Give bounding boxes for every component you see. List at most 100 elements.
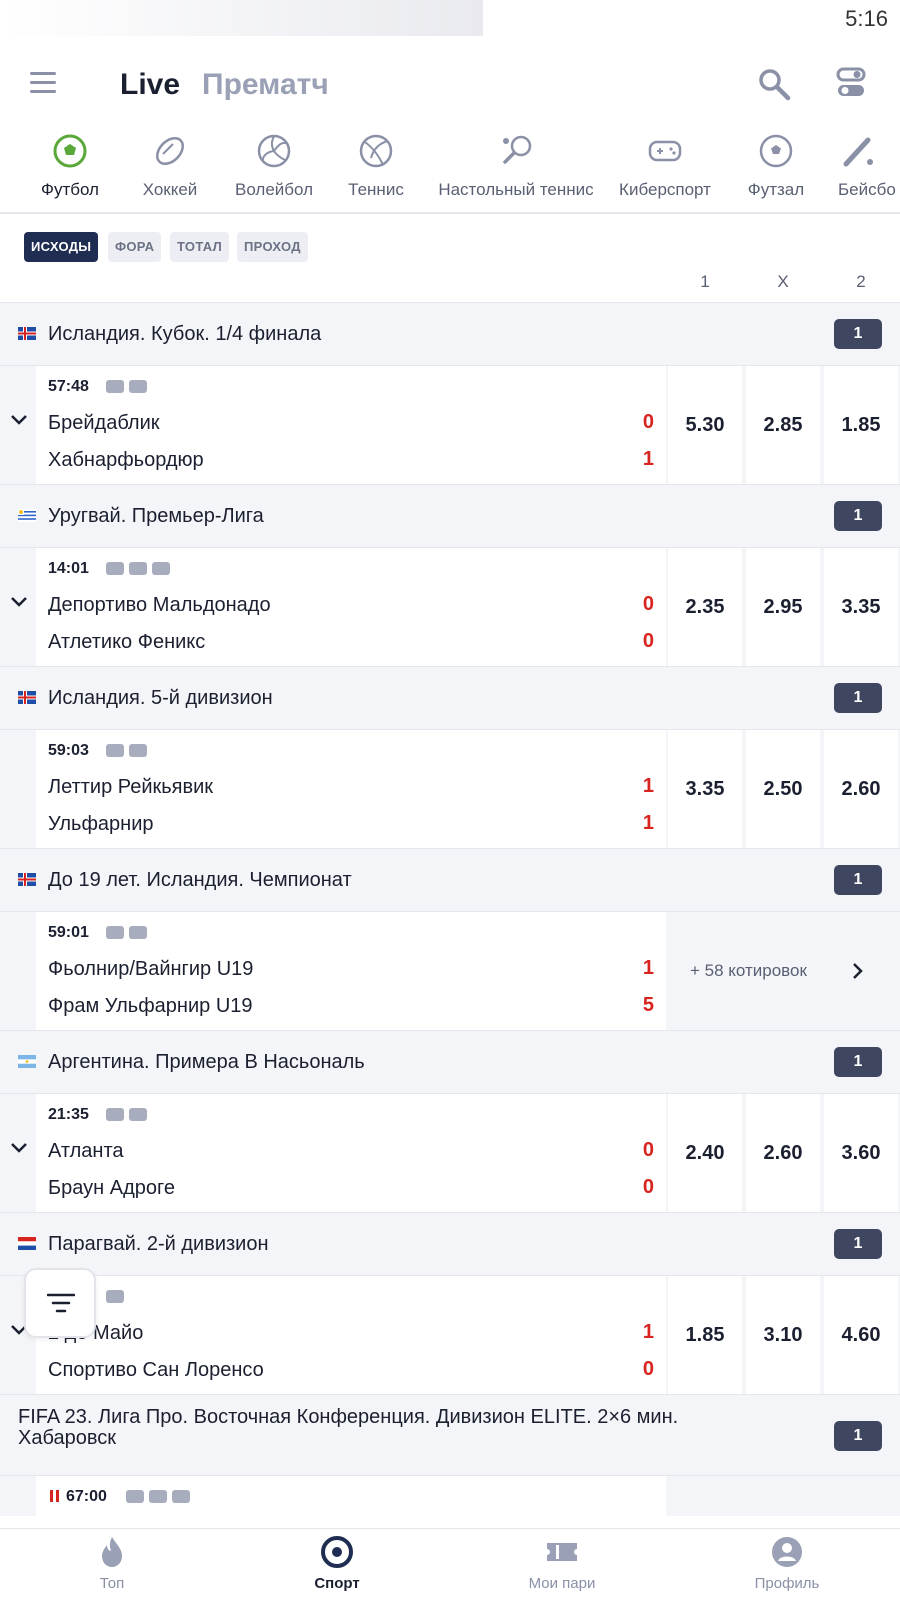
sport-baseball[interactable]: Бейсбо xyxy=(838,128,900,200)
stats-icon xyxy=(129,1108,147,1122)
ticket-icon xyxy=(547,1543,577,1561)
sport-football[interactable]: Футбол xyxy=(36,128,104,200)
sport-label: Волейбол xyxy=(234,180,314,199)
odd-2[interactable]: 3.35 xyxy=(824,548,898,666)
match-row[interactable]: 67:00 xyxy=(0,1476,900,1516)
match-info[interactable]: 14:01 Депортиво Мальдонадо Атлетико Фени… xyxy=(36,548,666,666)
video-icon xyxy=(106,562,124,576)
league-header[interactable]: Исландия. 5-й дивизион 1 xyxy=(0,666,900,730)
match-info[interactable]: 67:00 xyxy=(36,1476,666,1516)
match-feature-icons xyxy=(106,1288,129,1304)
match-row[interactable]: 59:01 Фьолнир/Вайнгир U19 Фрам Ульфарнир… xyxy=(0,912,900,1030)
uruguay-flag-icon xyxy=(18,509,36,522)
sport-label: Хоккей xyxy=(142,180,198,199)
odd-1[interactable]: 2.35 xyxy=(668,548,742,666)
odd-1[interactable]: 3.35 xyxy=(668,730,742,848)
odd-2[interactable]: 3.60 xyxy=(824,1094,898,1212)
odd-1[interactable]: 5.30 xyxy=(668,366,742,484)
nav-label: Профиль xyxy=(754,1575,820,1592)
match-time: 21:35 xyxy=(48,1106,89,1123)
table-tennis-icon xyxy=(503,135,532,164)
chevron-down-icon[interactable] xyxy=(10,596,28,608)
league-header[interactable]: FIFA 23. Лига Про. Восточная Конференция… xyxy=(0,1394,900,1476)
sport-hockey[interactable]: Хоккей xyxy=(136,128,204,200)
league-header[interactable]: Парагвай. 2-й дивизион 1 xyxy=(0,1212,900,1276)
nav-sport[interactable]: Спорт xyxy=(277,1535,397,1592)
sport-volleyball[interactable]: Волейбол xyxy=(230,128,318,200)
score-home: 1 xyxy=(642,1321,654,1343)
filter-button[interactable] xyxy=(24,1268,96,1338)
hamburger-menu-icon[interactable] xyxy=(30,72,56,94)
match-row[interactable]: 2 де Майо Спортиво Сан Лоренсо 1 0 1.85 … xyxy=(0,1276,900,1394)
sport-tennis[interactable]: Теннис xyxy=(342,128,410,200)
score-home: 1 xyxy=(642,957,654,979)
odd-x[interactable]: 2.85 xyxy=(746,366,820,484)
more-odds-label: + 58 котировок xyxy=(690,961,807,980)
odd-1[interactable]: 2.40 xyxy=(668,1094,742,1212)
score-home: 0 xyxy=(642,1139,654,1161)
league-header[interactable]: До 19 лет. Исландия. Чемпионат 1 xyxy=(0,848,900,912)
team-home: Фьолнир/Вайнгир U19 xyxy=(48,958,254,980)
league-header[interactable]: Исландия. Кубок. 1/4 финала 1 xyxy=(0,302,900,366)
match-info[interactable]: 2 де Майо Спортиво Сан Лоренсо 1 0 xyxy=(36,1276,666,1394)
filter-total[interactable]: ТОТАЛ xyxy=(170,232,230,262)
chevron-down-icon[interactable] xyxy=(10,1142,28,1154)
filter-handicap[interactable]: ФОРА xyxy=(108,232,162,262)
settings-toggle-icon[interactable] xyxy=(836,66,866,100)
nav-top[interactable]: Топ xyxy=(52,1535,172,1592)
league-name: Парагвай. 2-й дивизион xyxy=(48,1233,269,1255)
odd-x[interactable]: 3.10 xyxy=(746,1276,820,1394)
tab-live[interactable]: Live xyxy=(120,68,180,102)
match-feature-icons xyxy=(106,742,152,758)
sport-esports[interactable]: Киберспорт xyxy=(612,128,718,200)
search-icon[interactable] xyxy=(756,66,792,102)
league-name: Исландия. 5-й дивизион xyxy=(48,687,273,709)
ticket-icon xyxy=(106,926,124,940)
profile-icon xyxy=(772,1537,802,1567)
sport-label: Футбол xyxy=(41,180,99,199)
match-info[interactable]: 59:03 Леттир Рейкьявик Ульфарнир 1 1 xyxy=(36,730,666,848)
sport-futsal[interactable]: Футзал xyxy=(742,128,810,200)
odd-x[interactable]: 2.50 xyxy=(746,730,820,848)
match-info[interactable]: 21:35 Атланта Браун Адроге 0 0 xyxy=(36,1094,666,1212)
column-header-1: 1 xyxy=(700,272,710,291)
team-home: Леттир Рейкьявик xyxy=(48,776,214,798)
match-row[interactable]: 21:35 Атланта Браун Адроге 0 0 2.40 2.60… xyxy=(0,1094,900,1212)
league-count-badge: 1 xyxy=(834,683,882,713)
league-count-badge: 1 xyxy=(834,319,882,349)
match-row[interactable]: 14:01 Депортиво Мальдонадо Атлетико Фени… xyxy=(0,548,900,666)
nav-my-bets[interactable]: Мои пари xyxy=(502,1535,622,1592)
team-home: Брейдаблик xyxy=(48,412,160,434)
more-odds-link[interactable]: + 58 котировок xyxy=(668,912,900,1030)
column-header-x: X xyxy=(777,272,789,291)
score-away: 0 xyxy=(642,1176,654,1198)
league-header[interactable]: Аргентина. Примера В Насьональ 1 xyxy=(0,1030,900,1094)
match-row[interactable]: 59:03 Леттир Рейкьявик Ульфарнир 1 1 3.3… xyxy=(0,730,900,848)
nav-label: Спорт xyxy=(314,1575,360,1592)
score-home: 0 xyxy=(642,411,654,433)
tab-prematch[interactable]: Прематч xyxy=(202,68,329,102)
match-time: 14:01 xyxy=(48,560,89,577)
filter-outcomes[interactable]: ИСХОДЫ xyxy=(24,232,99,262)
filter-pass[interactable]: ПРОХОД xyxy=(237,232,308,262)
gamepad-icon xyxy=(648,140,682,162)
nav-profile[interactable]: Профиль xyxy=(727,1535,847,1592)
sport-table-tennis[interactable]: Настольный теннис xyxy=(432,128,600,200)
match-row[interactable]: 57:48 Брейдаблик Хабнарфьордюр 0 1 5.30 … xyxy=(0,366,900,484)
ticket-icon xyxy=(149,1490,167,1504)
sport-label: Настольный теннис xyxy=(438,180,594,199)
status-bar-notification-area xyxy=(0,0,483,36)
odd-2[interactable]: 4.60 xyxy=(824,1276,898,1394)
match-info[interactable]: 57:48 Брейдаблик Хабнарфьордюр 0 1 xyxy=(36,366,666,484)
match-info[interactable]: 59:01 Фьолнир/Вайнгир U19 Фрам Ульфарнир… xyxy=(36,912,666,1030)
odd-1[interactable]: 1.85 xyxy=(668,1276,742,1394)
odd-x[interactable]: 2.60 xyxy=(746,1094,820,1212)
odd-2[interactable]: 2.60 xyxy=(824,730,898,848)
match-time: 57:48 xyxy=(48,378,89,395)
league-header[interactable]: Уругвай. Премьер-Лига 1 xyxy=(0,484,900,548)
league-count-badge: 1 xyxy=(834,1421,882,1451)
odd-x[interactable]: 2.95 xyxy=(746,548,820,666)
chevron-down-icon[interactable] xyxy=(10,414,28,426)
league-name: Исландия. Кубок. 1/4 финала xyxy=(48,323,322,345)
odd-2[interactable]: 1.85 xyxy=(824,366,898,484)
